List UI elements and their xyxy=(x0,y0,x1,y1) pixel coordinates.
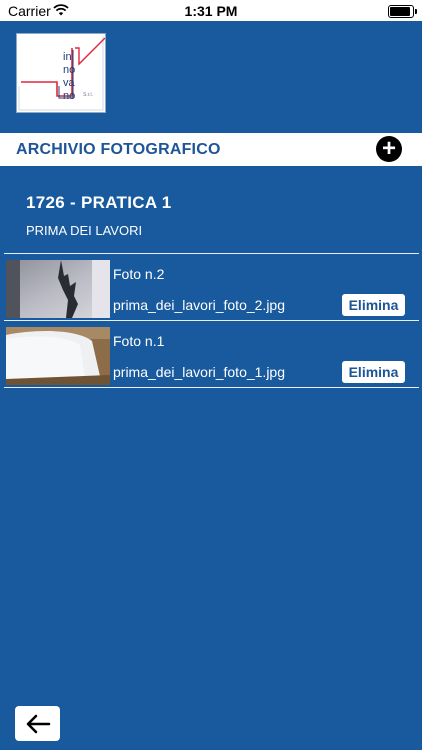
practice-title: 1726 - PRATICA 1 xyxy=(26,193,172,212)
photo-thumbnail[interactable] xyxy=(6,260,110,318)
section-title: ARCHIVIO FOTOGRAFICO xyxy=(16,141,221,158)
arrow-left-icon xyxy=(26,714,50,733)
photo-title: Foto n.1 xyxy=(113,333,165,349)
svg-text:S.r.l.: S.r.l. xyxy=(83,92,93,98)
status-bar: Carrier 1:31 PM xyxy=(0,0,422,21)
list-item[interactable]: Foto n.1 prima_dei_lavori_foto_1.jpg Eli… xyxy=(4,320,419,388)
company-logo: in no va no S.r.l. xyxy=(16,33,106,113)
photo-thumbnail[interactable] xyxy=(6,327,110,385)
clock: 1:31 PM xyxy=(184,3,238,19)
back-button[interactable] xyxy=(15,706,60,741)
svg-text:in: in xyxy=(63,51,72,63)
photo-filename: prima_dei_lavori_foto_2.jpg xyxy=(113,297,285,313)
photo-list: Foto n.2 prima_dei_lavori_foto_2.jpg Eli… xyxy=(4,253,419,388)
section-header: ARCHIVIO FOTOGRAFICO + xyxy=(0,133,422,166)
add-photo-button[interactable]: + xyxy=(376,136,402,162)
delete-button[interactable]: Elimina xyxy=(342,294,405,316)
photo-title: Foto n.2 xyxy=(113,266,165,282)
svg-text:no: no xyxy=(63,90,75,102)
practice-subtitle: PRIMA DEI LAVORI xyxy=(26,223,143,238)
delete-button[interactable]: Elimina xyxy=(342,361,405,383)
plus-icon: + xyxy=(381,135,396,162)
svg-text:va: va xyxy=(63,77,76,89)
battery-icon xyxy=(388,5,417,18)
list-item[interactable]: Foto n.2 prima_dei_lavori_foto_2.jpg Eli… xyxy=(4,253,419,320)
svg-text:no: no xyxy=(63,64,75,76)
logo-graphic: in no va no S.r.l. xyxy=(18,36,106,111)
photo-filename: prima_dei_lavori_foto_1.jpg xyxy=(113,364,285,380)
